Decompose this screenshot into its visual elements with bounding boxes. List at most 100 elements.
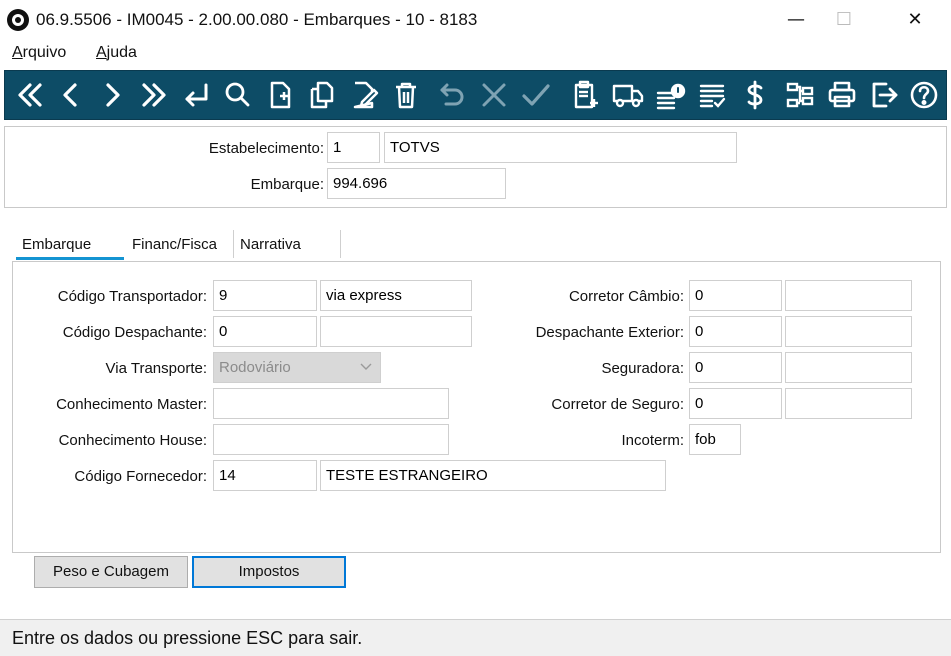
financial-button[interactable] [736,77,774,113]
shipment-button[interactable] [609,77,647,113]
first-record-button[interactable] [11,77,49,113]
window-title: 06.9.5506 - IM0045 - 2.00.00.080 - Embar… [36,10,478,29]
status-bar: Entre os dados ou pressione ESC para sai… [0,619,951,656]
impostos-button[interactable]: Impostos [192,556,346,588]
menu-arquivo[interactable]: Arquivo [12,44,66,62]
search-button[interactable] [219,77,257,113]
tab-narrativa[interactable]: Narrativa [240,230,301,260]
tab-embarque[interactable]: Embarque [16,230,124,260]
estabelecimento-name-field: TOTVS [384,132,737,163]
corretor-seguro-desc [785,388,912,419]
codigo-fornecedor-field[interactable]: 14 [213,460,317,491]
delete-button[interactable] [387,77,425,113]
previous-record-button[interactable] [52,77,90,113]
seguradora-field[interactable]: 0 [689,352,782,383]
dollar-icon [747,80,763,110]
impostos-label: Impostos [238,563,300,580]
seguradora-desc [785,352,912,383]
print-icon [828,81,856,108]
conhecimento-master-field[interactable] [213,388,449,419]
goto-button[interactable] [177,77,215,113]
copy-icon [310,81,334,109]
maximize-button[interactable]: ☐ [822,6,866,34]
goto-return-icon [185,83,208,107]
last-record-icon [142,83,166,107]
embarque-field[interactable]: 994.696 [327,168,506,199]
despachante-exterior-desc [785,316,912,347]
truck-icon [612,84,644,108]
confirm-icon [522,84,550,106]
incoterm-field[interactable]: fob [689,424,741,455]
title-bar: 06.9.5506 - IM0045 - 2.00.00.080 - Embar… [0,0,951,40]
clipboard-add-button[interactable] [566,77,604,113]
corretor-seguro-field[interactable]: 0 [689,388,782,419]
corretor-cambio-field[interactable]: 0 [689,280,782,311]
conhecimento-house-field[interactable] [213,424,449,455]
codigo-transportador-field[interactable]: 9 [213,280,317,311]
peso-cubagem-button[interactable]: Peso e Cubagem [34,556,188,588]
hierarchy-button[interactable] [781,77,819,113]
print-button[interactable] [823,77,861,113]
cancel-button[interactable] [475,77,513,113]
list-alert-button[interactable] [651,77,689,113]
via-transporte-select[interactable]: Rodoviário [213,352,381,383]
exit-button[interactable] [865,77,903,113]
estabelecimento-code-field[interactable]: 1 [327,132,380,163]
search-icon [225,82,250,107]
chevron-down-icon [360,363,372,370]
header-panel: Estabelecimento: 1 TOTVS Embarque: 994.6… [4,126,947,208]
help-icon [910,81,938,109]
new-button[interactable] [261,77,299,113]
conhecimento-master-label: Conhecimento Master: [56,396,207,413]
first-record-icon [18,83,42,107]
menu-arquivo-rest: rquivo [22,44,67,61]
confirm-button[interactable] [517,77,555,113]
help-button[interactable] [905,77,943,113]
edit-button[interactable] [345,77,383,113]
conhecimento-house-label: Conhecimento House: [58,432,207,449]
codigo-despachante-desc [320,316,472,347]
next-record-icon [106,83,120,107]
incoterm-label: Incoterm: [621,432,684,449]
menu-bar: Arquivo Ajuda [0,40,951,68]
last-record-button[interactable] [135,77,173,113]
edit-icon [353,81,379,109]
embarque-form-panel: Código Transportador: 9 via express Códi… [12,261,941,553]
status-message: Entre os dados ou pressione ESC para sai… [12,628,363,648]
toolbar [4,70,947,120]
via-transporte-label: Via Transporte: [105,360,207,377]
estabelecimento-label: Estabelecimento: [208,140,324,157]
codigo-fornecedor-label: Código Fornecedor: [74,468,207,485]
undo-button[interactable] [433,77,471,113]
codigo-transportador-desc: via express [320,280,472,311]
corretor-cambio-label: Corretor Câmbio: [568,288,684,305]
tab-separator [233,230,234,258]
new-document-icon [270,81,291,109]
tab-separator [340,230,341,258]
peso-cubagem-label: Peso e Cubagem [53,563,169,580]
close-button[interactable]: ✕ [893,6,937,34]
menu-ajuda[interactable]: Ajuda [96,44,137,62]
next-record-button[interactable] [93,77,131,113]
checklist-button[interactable] [693,77,731,113]
codigo-fornecedor-desc: TESTE ESTRANGEIRO [320,460,666,491]
embarque-label: Embarque: [250,176,324,193]
menu-ajuda-rest: juda [106,44,137,61]
despachante-exterior-field[interactable]: 0 [689,316,782,347]
cancel-icon [482,83,506,107]
previous-record-icon [63,83,77,107]
tab-financ-fisca[interactable]: Financ/Fisca [132,230,217,260]
codigo-despachante-label: Código Despachante: [62,324,207,341]
undo-icon [440,83,464,106]
seguradora-label: Seguradora: [601,360,684,377]
delete-icon [396,82,416,109]
minimize-button[interactable]: — [774,6,818,34]
corretor-cambio-desc [785,280,912,311]
despachante-exterior-label: Despachante Exterior: [535,324,684,341]
copy-button[interactable] [303,77,341,113]
exit-icon [872,82,898,108]
hierarchy-icon [786,82,814,108]
checklist-icon [699,84,726,108]
codigo-despachante-field[interactable]: 0 [213,316,317,347]
app-logo-icon [7,9,29,31]
